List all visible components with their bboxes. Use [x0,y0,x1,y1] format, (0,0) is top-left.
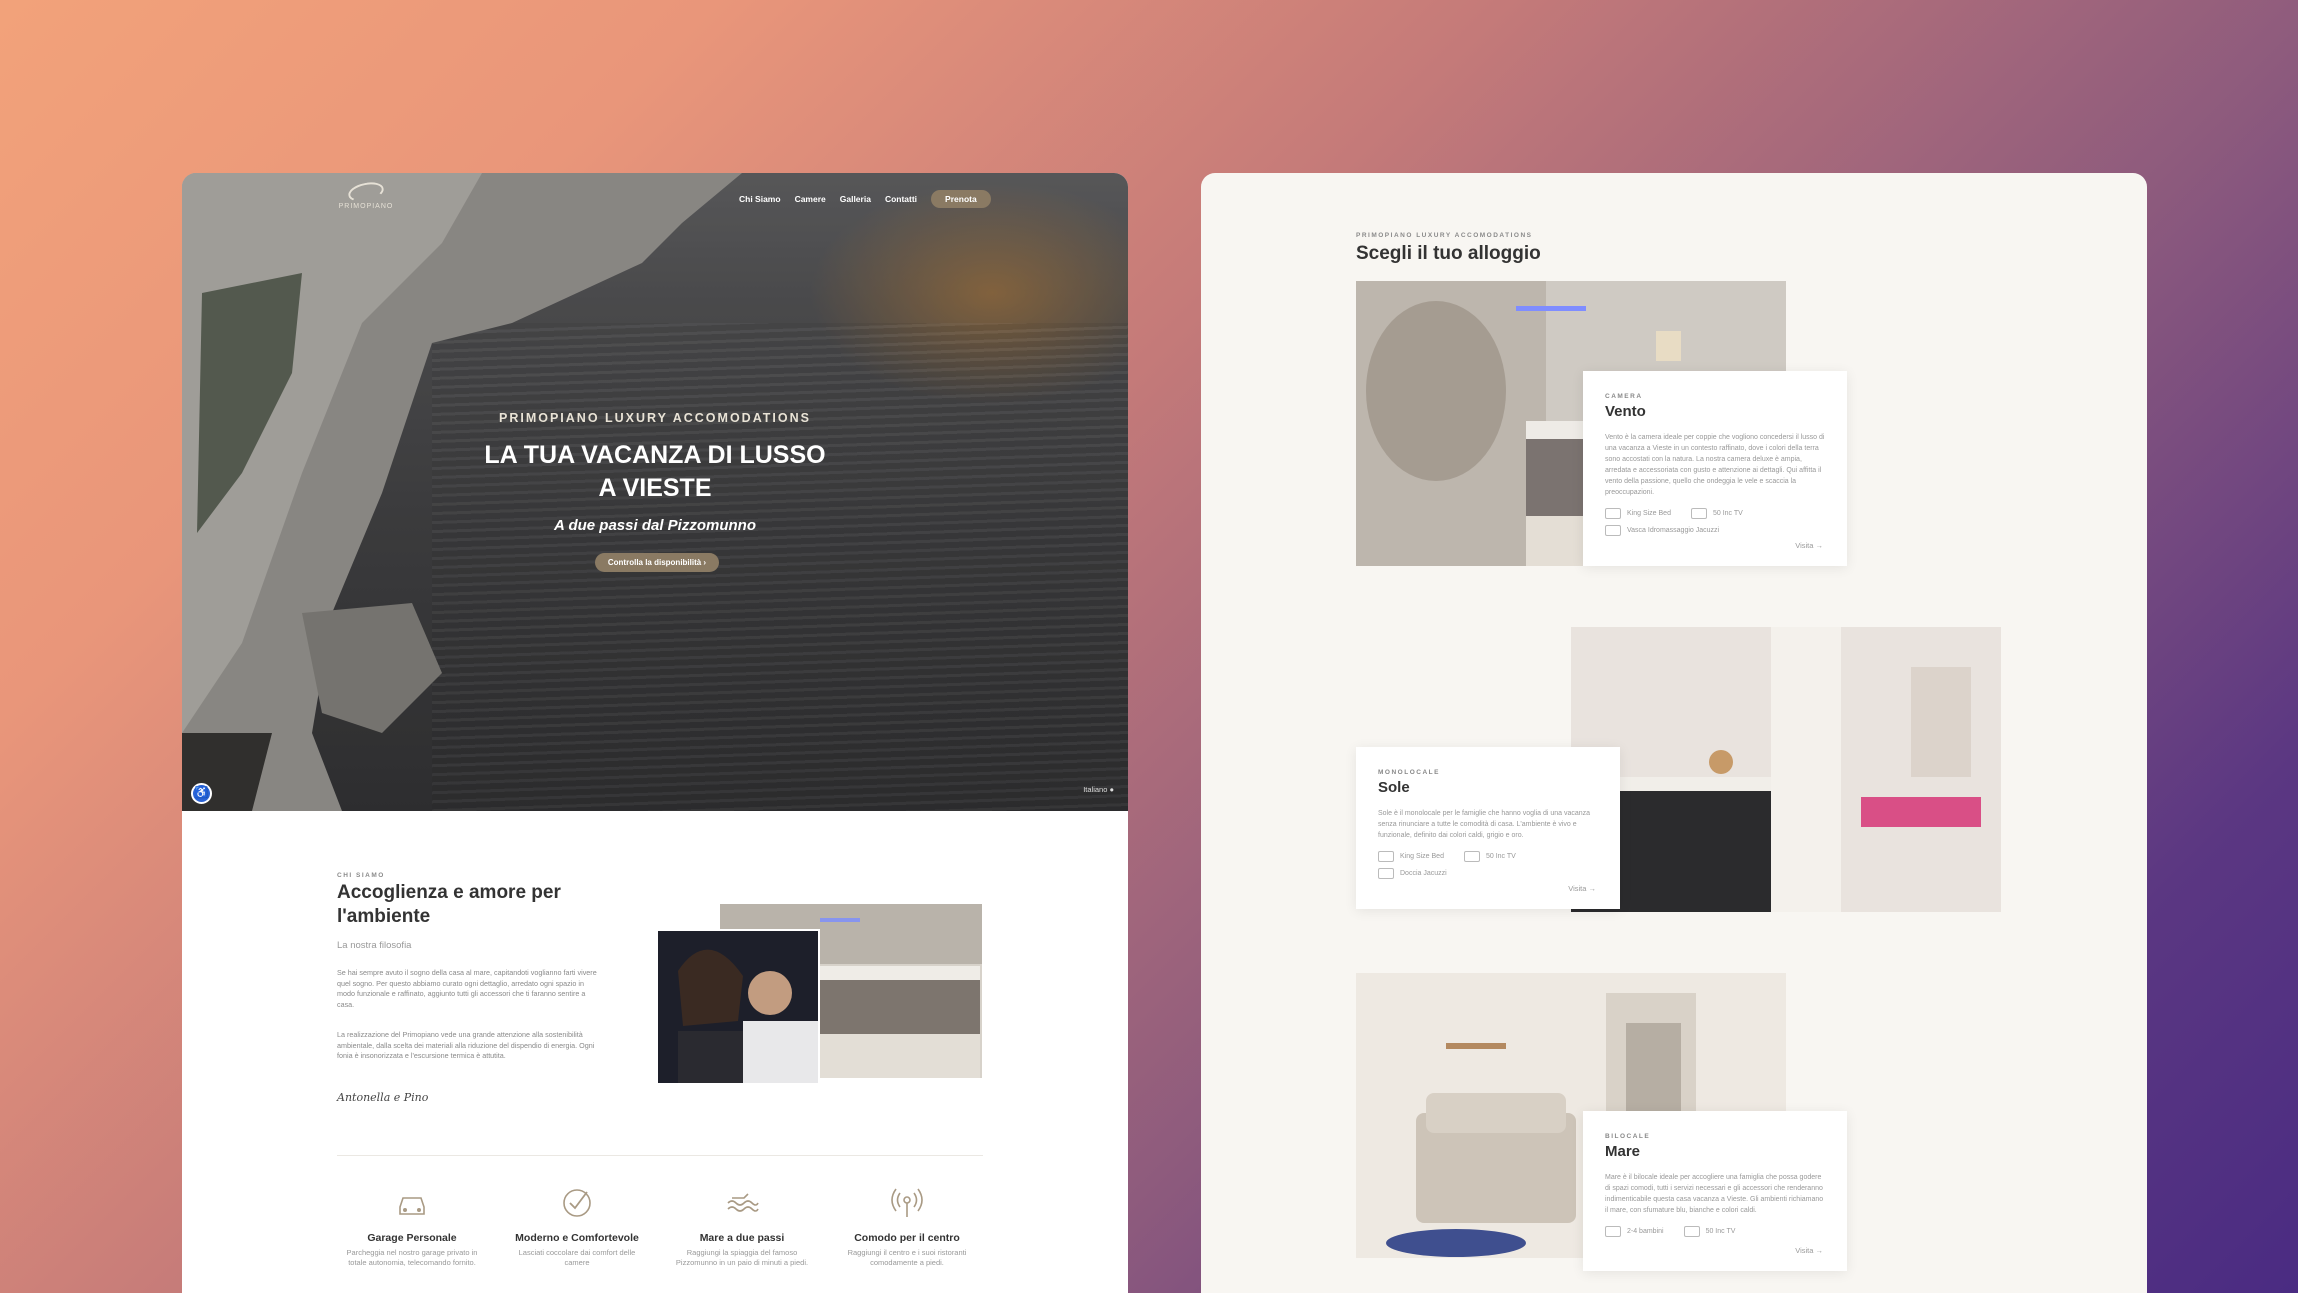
language-label: Italiano [1083,785,1108,794]
section-divider [337,1155,983,1156]
tv-icon [1683,1226,1700,1237]
amenity-label: 50 Inc TV [1485,853,1516,860]
room-name: Vento [1605,403,1646,420]
room-kicker: CAMERA [1605,393,1643,400]
feature-desc: Raggiungi la spiaggia del famoso Pizzomu… [675,1248,809,1267]
language-selector[interactable]: Italiano ● [1083,785,1114,794]
amenity-label: King Size Bed [1400,853,1444,860]
nav-chi-siamo[interactable]: Chi Siamo [739,194,781,204]
feature-desc: Lasciati coccolare dai comfort delle cam… [518,1248,636,1267]
logo-mark-icon [346,179,386,205]
hero-title: LA TUA VACANZA DI LUSSO A VIESTE [182,439,1128,505]
amenity-label: Doccia Jacuzzi [1400,870,1447,877]
feature-desc: Parcheggia nel nostro garage privato in … [346,1248,478,1267]
amenity: 50 Inc TV [1683,1226,1736,1237]
about-subtitle: La nostra filosofia [337,940,412,951]
about-paragraph-1: Se hai sempre avuto il sogno della casa … [337,968,597,1009]
feature-center: Comodo per il centro Raggiungi il centro… [837,1185,977,1268]
rooms-page-preview: PRIMOPIANO LUXURY ACCOMODATIONS Scegli i… [1201,173,2147,1293]
amenity-label: King Size Bed [1627,510,1671,517]
room-amenities: King Size Bed 50 Inc TV [1378,851,1598,862]
nav-contatti[interactable]: Contatti [885,194,917,204]
feature-title: Garage Personale [367,1232,457,1244]
room-desc: Sole è il monolocale per le famiglie che… [1378,810,1591,839]
availability-button[interactable]: Controlla la disponibilità › [595,553,719,572]
car-icon [399,1197,425,1215]
amenity: King Size Bed [1378,851,1444,862]
sole-card: MONOLOCALE Sole Sole è il monolocale per… [1356,747,1620,909]
feature-title: Moderno e Comfortevole [515,1232,639,1244]
hero-subtitle: A due passi dal Pizzomunno [554,517,756,534]
people-icon [1605,1226,1621,1237]
globe-icon: ● [1109,785,1114,794]
amenity: King Size Bed [1605,508,1671,519]
tv-icon [1690,508,1707,519]
shower-icon [1378,868,1394,879]
bed-icon [1378,851,1394,862]
owners-signature: Antonella e Pino [337,1091,429,1104]
amenity: 50 Inc TV [1463,851,1516,862]
rooms-title: Scegli il tuo alloggio [1356,243,1541,264]
feature-comfort: Moderno e Comfortevole Lasciati coccolar… [507,1185,647,1268]
about-title: Accoglienza e amore per l'ambiente [337,882,561,927]
hero-kicker: PRIMOPIANO LUXURY ACCOMODATIONS [498,411,811,425]
about-kicker: CHI SIAMO [337,872,385,879]
room-desc: Mare è il bilocale ideale per accogliere… [1605,1174,1824,1214]
sole-room-photo[interactable] [1571,627,2001,912]
site-logo[interactable]: PRIMOPIANO [336,179,396,210]
mare-card: BILOCALE Mare Mare è il bilocale ideale … [1583,1111,1847,1271]
room-kicker: MONOLOCALE [1378,769,1440,776]
feature-garage: Garage Personale Parcheggia nel nostro g… [342,1185,482,1268]
sole-visit-link[interactable]: Visita → [1568,884,1596,893]
hero-title-line1: LA TUA VACANZA DI LUSSO [484,441,826,469]
amenity: 2-4 bambini [1605,1226,1664,1237]
nav-galleria[interactable]: Galleria [840,194,871,204]
room-name: Mare [1605,1143,1641,1160]
amenity: Vasca Idromassaggio Jacuzzi [1605,525,1719,536]
nav-camere[interactable]: Camere [795,194,826,204]
vento-visit-link[interactable]: Visita → [1795,541,1823,550]
waves-icon [727,1193,759,1212]
amenity: Doccia Jacuzzi [1378,868,1447,879]
check-circle-icon [563,1189,591,1217]
main-nav: Chi Siamo Camere Galleria Contatti Preno… [739,190,991,208]
tv-icon [1463,851,1480,862]
bathtub-icon [1605,525,1621,536]
room-amenities: 2-4 bambini 50 Inc TV [1605,1226,1825,1237]
about-paragraph-2: La realizzazione del Primopiano vede una… [337,1030,595,1060]
hero-section: PRIMOPIANO Chi Siamo Camere Galleria Con… [182,173,1128,811]
amenity-label: 50 Inc TV [1712,510,1743,517]
feature-sea: Mare a due passi Raggiungi la spiaggia d… [672,1185,812,1268]
homepage-preview: PRIMOPIANO Chi Siamo Camere Galleria Con… [182,173,1128,1293]
room-amenities: King Size Bed 50 Inc TV [1605,508,1825,519]
feature-title: Comodo per il centro [854,1232,960,1244]
room-name: Sole [1378,779,1410,796]
room-desc: Vento è la camera ideale per coppie che … [1605,434,1825,496]
room-amenities: Vasca Idromassaggio Jacuzzi [1605,525,1825,536]
feature-title: Mare a due passi [699,1232,785,1244]
prenota-button[interactable]: Prenota [931,190,991,208]
bed-icon [1605,508,1621,519]
room-kicker: BILOCALE [1605,1133,1651,1140]
mare-visit-link[interactable]: Visita → [1795,1246,1823,1255]
logo-text: PRIMOPIANO [338,203,394,210]
feature-desc: Raggiungi il centro e i suoi ristoranti … [847,1248,967,1267]
amenity: 50 Inc TV [1690,508,1743,519]
accessibility-icon[interactable]: ♿ [191,783,212,804]
room-amenities: Doccia Jacuzzi [1378,868,1598,879]
hero-title-line2: A VIESTE [598,474,712,502]
owners-photo [656,929,820,1085]
amenity-label: 50 Inc TV [1705,1228,1736,1235]
amenity-label: Vasca Idromassaggio Jacuzzi [1627,527,1720,534]
rooms-kicker: PRIMOPIANO LUXURY ACCOMODATIONS [1356,232,1533,239]
vento-card: CAMERA Vento Vento è la camera ideale pe… [1583,371,1847,566]
amenity-label: 2-4 bambini [1627,1228,1664,1235]
antenna-icon [891,1188,923,1217]
